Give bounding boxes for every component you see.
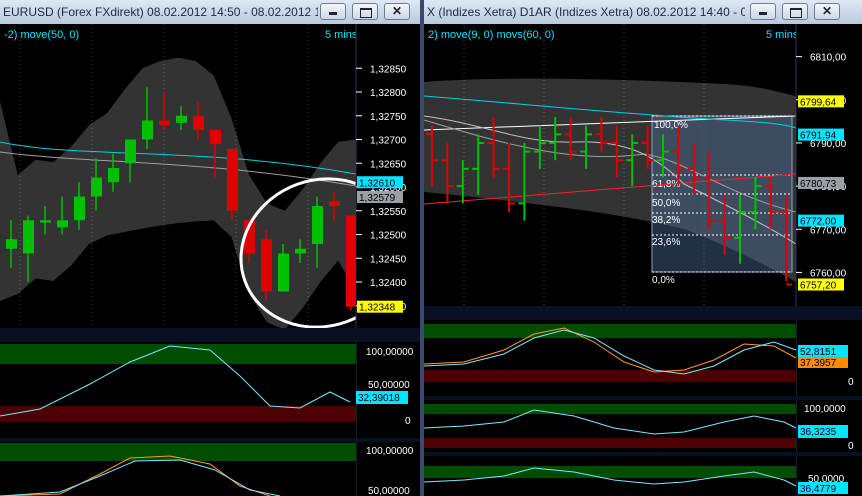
left-minimize-button[interactable] bbox=[320, 3, 346, 20]
osc1-axis-100: 100,00000 bbox=[366, 347, 414, 358]
right-osc1-value-b: 37,3957 bbox=[800, 358, 837, 369]
left-axis-label: 1,32400 bbox=[370, 278, 407, 289]
right-price-tag-text: 6799,64 bbox=[800, 97, 837, 108]
minimize-icon bbox=[329, 12, 337, 15]
left-window-title: EURUSD (Forex FXdirekt) 08.02.2012 14:50… bbox=[3, 5, 318, 19]
left-indicator-label: -2) move(50, 0) bbox=[4, 29, 79, 41]
candle-body bbox=[159, 120, 170, 126]
left-titlebar[interactable]: EURUSD (Forex FXdirekt) 08.02.2012 14:50… bbox=[0, 0, 420, 25]
candle-body bbox=[91, 177, 102, 197]
right-close-button[interactable]: ✕ bbox=[814, 3, 840, 20]
right-osc2-value: 36,3235 bbox=[800, 427, 837, 438]
right-price-axis bbox=[796, 24, 862, 306]
fib-38-2: 38,2% bbox=[652, 215, 680, 226]
right-axis-label: 6760,00 bbox=[810, 268, 847, 279]
candle-body bbox=[346, 215, 357, 307]
right-interval-label: 5 mins bbox=[766, 29, 799, 41]
left-oscillator-1: 100,00000 50,00000 32,39018 0 bbox=[0, 342, 414, 438]
candle-body bbox=[227, 149, 238, 211]
left-axis-label: 1,32450 bbox=[370, 254, 407, 265]
candle-body bbox=[312, 206, 323, 244]
right-panel-separator[interactable] bbox=[424, 306, 862, 320]
left-maximize-button[interactable] bbox=[352, 3, 378, 20]
candle-body bbox=[210, 130, 221, 145]
right-oscillator-2: 100,0000 36,3235 0 bbox=[424, 400, 854, 452]
left-axis-label: 1,32550 bbox=[370, 207, 407, 218]
candle-body bbox=[142, 120, 153, 140]
candle-body bbox=[193, 115, 204, 130]
candle-body bbox=[74, 196, 85, 221]
right-osc1-axis-0: 0 bbox=[848, 377, 854, 388]
osc2-axis-100: 100,00000 bbox=[366, 446, 414, 457]
fib-50: 50,0% bbox=[652, 198, 680, 209]
left-chart-window[interactable]: EURUSD (Forex FXdirekt) 08.02.2012 14:50… bbox=[0, 0, 420, 496]
candle-body bbox=[108, 168, 119, 183]
right-minimize-button[interactable] bbox=[750, 3, 776, 20]
left-axis-label: 1,32700 bbox=[370, 136, 407, 147]
left-interval-label: 5 mins bbox=[325, 29, 358, 41]
osc1-oversold-zone bbox=[0, 406, 356, 422]
left-axis-label: 1,32500 bbox=[370, 231, 407, 242]
left-price-tag-text: 1,32579 bbox=[359, 193, 396, 204]
osc1-axis-50: 50,00000 bbox=[368, 380, 410, 391]
right-chart-canvas[interactable]: 100,0% 61,8% 50,0% 38,2% 23,6% 0,0% 2) m… bbox=[424, 24, 862, 496]
right-osc3-value: 36,4779 bbox=[800, 484, 837, 495]
candle-body bbox=[329, 201, 340, 206]
left-axis-label: 1,32800 bbox=[370, 88, 407, 99]
right-price-tag-text: 6772,00 bbox=[800, 217, 837, 228]
left-axis-label: 1,32750 bbox=[370, 112, 407, 123]
osc2-axis-50: 50,00000 bbox=[368, 486, 410, 496]
osc1-axis-0: 0 bbox=[405, 416, 411, 427]
left-axis-label: 1,32650 bbox=[370, 159, 407, 170]
candle-body bbox=[23, 220, 34, 254]
candle-body bbox=[176, 115, 187, 123]
maximize-icon bbox=[790, 8, 802, 18]
candle-body bbox=[40, 220, 51, 223]
osc1-value-tag: 32,39018 bbox=[358, 393, 400, 404]
candle-body bbox=[278, 253, 289, 292]
maximize-icon bbox=[360, 8, 372, 18]
right-price-tag-text: 6757,20 bbox=[800, 281, 837, 292]
right-price-tag-text: 6791,94 bbox=[800, 131, 837, 142]
left-chart-canvas[interactable]: -2) move(50, 0) 5 mins 1,32850 1,32800 1,3… bbox=[0, 24, 420, 496]
right-osc2-axis-0: 0 bbox=[848, 441, 854, 452]
right-chart-window[interactable]: X (Indizes Xetra) D1AR (Indizes Xetra) 0… bbox=[424, 0, 862, 496]
left-axis-label: 1,32850 bbox=[370, 64, 407, 75]
left-panel-separator[interactable] bbox=[0, 328, 420, 342]
right-window-title: X (Indizes Xetra) D1AR (Indizes Xetra) 0… bbox=[427, 5, 745, 19]
close-icon: ✕ bbox=[821, 4, 833, 18]
close-icon: ✕ bbox=[391, 4, 403, 18]
right-indicator-label: 2) move(9, 0) movs(60, 0) bbox=[428, 29, 555, 41]
right-osc1-value-a: 52,8151 bbox=[800, 347, 837, 358]
left-oscillator-2: 100,00000 50,00000 bbox=[0, 442, 414, 496]
fib-0: 0,0% bbox=[652, 275, 675, 286]
candle-body bbox=[125, 139, 136, 164]
right-osc2-axis-100: 100,0000 bbox=[804, 404, 846, 415]
right-titlebar[interactable]: X (Indizes Xetra) D1AR (Indizes Xetra) 0… bbox=[424, 0, 862, 25]
candle-body bbox=[57, 220, 68, 228]
right-axis-label: 6810,00 bbox=[810, 53, 847, 64]
candle-body bbox=[6, 239, 17, 249]
fib-23-6: 23,6% bbox=[652, 237, 680, 248]
right-oscillator-3: 50,0000 36,4779 bbox=[424, 456, 848, 496]
right-oscillator-1: 52,8151 37,3957 0 bbox=[424, 320, 854, 396]
left-close-button[interactable]: ✕ bbox=[384, 3, 410, 20]
right-price-tag-text: 6780,73 bbox=[800, 179, 837, 190]
left-price-tag-text: 1,32348 bbox=[359, 303, 396, 314]
candle-body bbox=[261, 239, 272, 292]
right-maximize-button[interactable] bbox=[782, 3, 808, 20]
left-price-tag-text: 1,32610 bbox=[359, 178, 396, 189]
candle-body bbox=[295, 248, 306, 254]
minimize-icon bbox=[759, 12, 767, 15]
